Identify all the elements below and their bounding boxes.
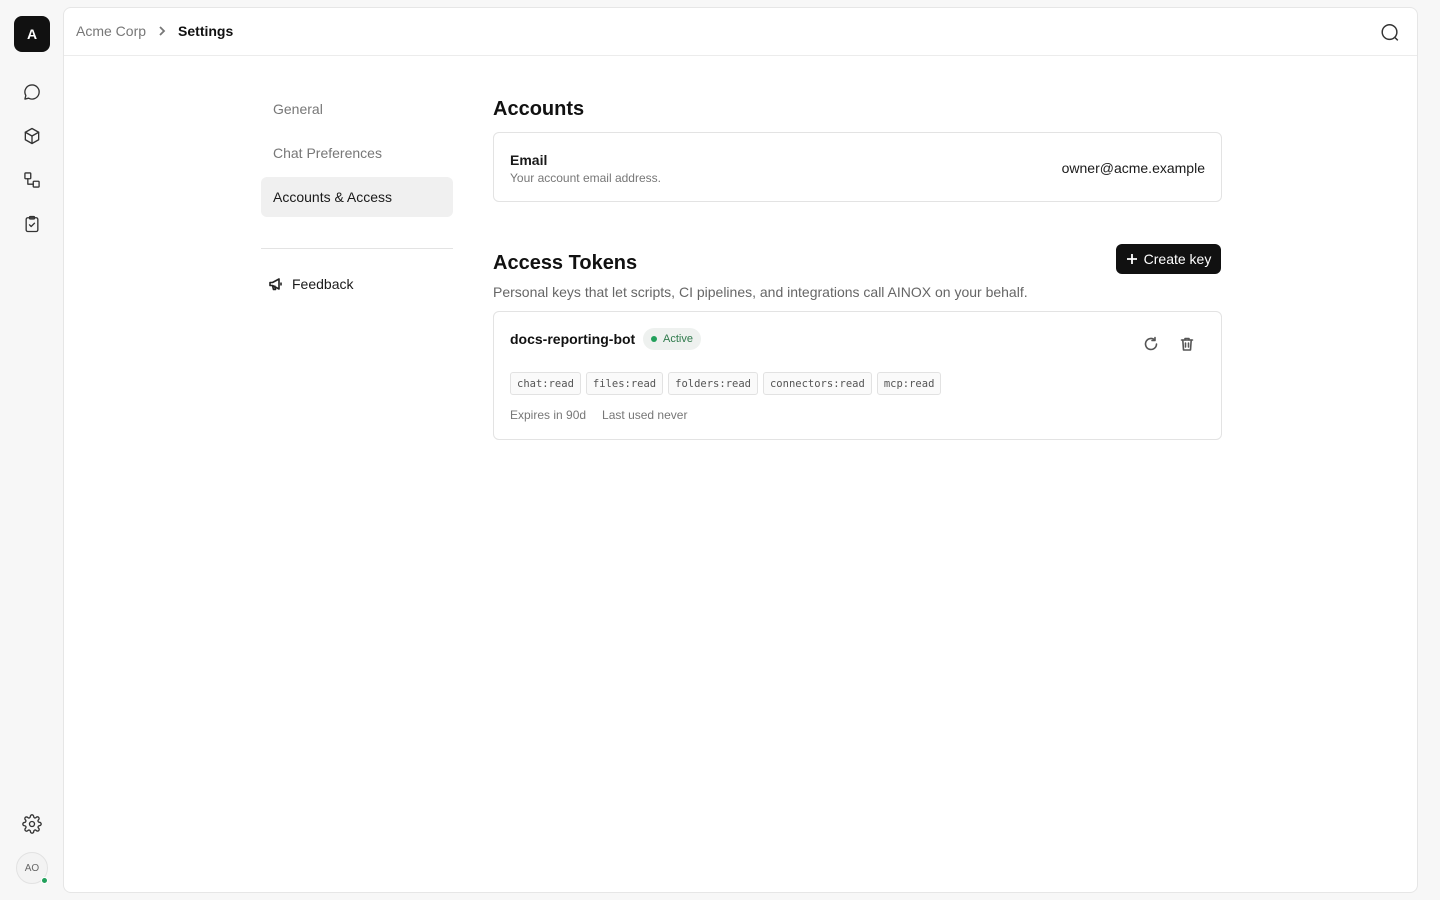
top-bar: Acme Corp Settings xyxy=(64,8,1417,56)
status-badge: Active xyxy=(643,328,701,350)
settings-nav-general[interactable]: General xyxy=(261,89,453,129)
status-label: Active xyxy=(663,333,693,345)
scope-tag: connectors:read xyxy=(762,372,872,395)
cube-icon[interactable] xyxy=(20,124,44,148)
plus-icon xyxy=(1126,254,1137,264)
email-value: owner@acme.example xyxy=(1061,160,1205,176)
scope-tag: chat:read xyxy=(510,372,581,395)
token-scopes: chat:read files:read folders:read connec… xyxy=(510,372,946,395)
status-dot xyxy=(651,336,657,342)
accounts-heading: Accounts xyxy=(493,98,585,120)
email-label: Email xyxy=(510,152,548,168)
feedback-label: Feedback xyxy=(292,276,354,292)
megaphone-icon xyxy=(269,278,282,291)
create-key-label: Create key xyxy=(1143,251,1212,267)
token-last-used: Last used never xyxy=(602,408,688,422)
scope-tag: files:read xyxy=(585,372,664,395)
scope-tag: mcp:read xyxy=(876,372,942,395)
token-card: docs-reporting-bot Active chat:read file… xyxy=(493,311,1222,440)
app-rail: A AO xyxy=(0,0,63,900)
breadcrumb-current-page: Settings xyxy=(178,23,234,39)
search-icon[interactable] xyxy=(1379,22,1401,44)
scope-tag: folders:read xyxy=(668,372,758,395)
create-key-button[interactable]: Create key xyxy=(1116,244,1221,274)
clipboard-check-icon[interactable] xyxy=(20,212,44,236)
workspace-logo[interactable]: A xyxy=(14,16,50,52)
token-expiry: Expires in 90d xyxy=(510,408,587,422)
settings-nav-chat-preferences[interactable]: Chat Preferences xyxy=(261,133,453,173)
email-description: Your account email address. xyxy=(510,171,661,185)
breadcrumb-org[interactable]: Acme Corp xyxy=(76,23,146,39)
workflow-icon[interactable] xyxy=(20,168,44,192)
refresh-icon[interactable] xyxy=(1143,336,1161,354)
settings-nav-accounts-access[interactable]: Accounts & Access xyxy=(261,177,453,217)
access-tokens-description: Personal keys that let scripts, CI pipel… xyxy=(493,284,1028,300)
chevron-right-icon xyxy=(156,25,168,37)
settings-icon[interactable] xyxy=(20,812,44,836)
breadcrumb: Acme Corp Settings xyxy=(76,23,233,39)
token-name: docs-reporting-bot xyxy=(510,331,636,347)
token-meta: Expires in 90d Last used never xyxy=(510,408,703,422)
settings-nav: General Chat Preferences Accounts & Acce… xyxy=(261,89,453,221)
main-panel: Acme Corp Settings General Chat Preferen… xyxy=(63,7,1418,893)
online-status-dot xyxy=(41,877,48,884)
chat-icon[interactable] xyxy=(20,80,44,104)
feedback-link[interactable]: Feedback xyxy=(268,276,353,292)
email-card: Email Your account email address. owner@… xyxy=(493,132,1222,202)
trash-icon[interactable] xyxy=(1179,336,1197,354)
nav-divider xyxy=(261,248,453,249)
access-tokens-heading: Access Tokens xyxy=(493,252,638,274)
